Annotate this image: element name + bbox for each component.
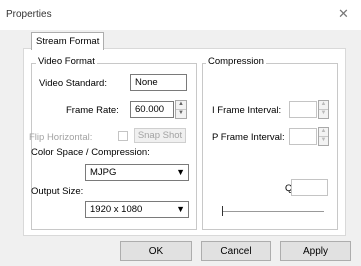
output-size-value: 1920 x 1080	[90, 204, 143, 215]
title-bar	[0, 0, 361, 30]
flip-horizontal-label: Flip Horizontal:	[29, 132, 93, 143]
spin-down-icon[interactable]: ▼	[176, 110, 186, 119]
flip-horizontal-checkbox[interactable]	[118, 131, 128, 141]
frame-rate-input[interactable]: 60.000	[130, 101, 174, 118]
snap-shot-button[interactable]: Snap Shot	[134, 128, 186, 143]
tab-stream-format[interactable]: Stream Format	[31, 32, 105, 50]
spin-down-icon[interactable]: ▼	[319, 110, 328, 119]
p-frame-spinner[interactable]: ▲ ▼	[318, 127, 329, 146]
output-size-label: Output Size:	[31, 186, 84, 197]
i-frame-interval-label: I Frame Interval:	[212, 105, 282, 116]
quality-slider-track[interactable]	[222, 211, 324, 212]
compression-group	[202, 63, 338, 230]
spin-down-icon[interactable]: ▼	[319, 137, 328, 146]
compression-legend: Compression	[206, 56, 266, 67]
apply-button[interactable]: Apply	[280, 241, 351, 261]
chevron-down-icon: ▼	[176, 167, 185, 177]
video-format-legend: Video Format	[36, 56, 97, 67]
quality-slider-thumb[interactable]	[222, 206, 223, 216]
p-frame-interval-input[interactable]	[289, 128, 317, 145]
color-space-select[interactable]: MJPG ▼	[85, 164, 189, 181]
spin-up-icon[interactable]: ▲	[176, 101, 186, 110]
color-space-value: MJPG	[90, 167, 117, 178]
i-frame-interval-input[interactable]	[289, 101, 317, 118]
i-frame-spinner[interactable]: ▲ ▼	[318, 100, 329, 119]
window-title: Properties	[6, 9, 52, 20]
p-frame-interval-label: P Frame Interval:	[212, 132, 285, 143]
spin-up-icon[interactable]: ▲	[319, 101, 328, 110]
spin-up-icon[interactable]: ▲	[319, 128, 328, 137]
cancel-button[interactable]: Cancel	[201, 241, 271, 261]
chevron-down-icon: ▼	[176, 204, 185, 214]
output-size-select[interactable]: 1920 x 1080 ▼	[85, 201, 189, 218]
close-icon[interactable]: ✕	[338, 6, 349, 22]
frame-rate-label: Frame Rate:	[66, 105, 119, 116]
frame-rate-spinner[interactable]: ▲ ▼	[175, 100, 187, 119]
video-standard-field[interactable]: None	[130, 74, 187, 91]
color-space-label: Color Space / Compression:	[31, 147, 150, 158]
ok-button[interactable]: OK	[120, 241, 192, 261]
quality-input[interactable]	[291, 179, 328, 196]
video-standard-label: Video Standard:	[39, 78, 107, 89]
